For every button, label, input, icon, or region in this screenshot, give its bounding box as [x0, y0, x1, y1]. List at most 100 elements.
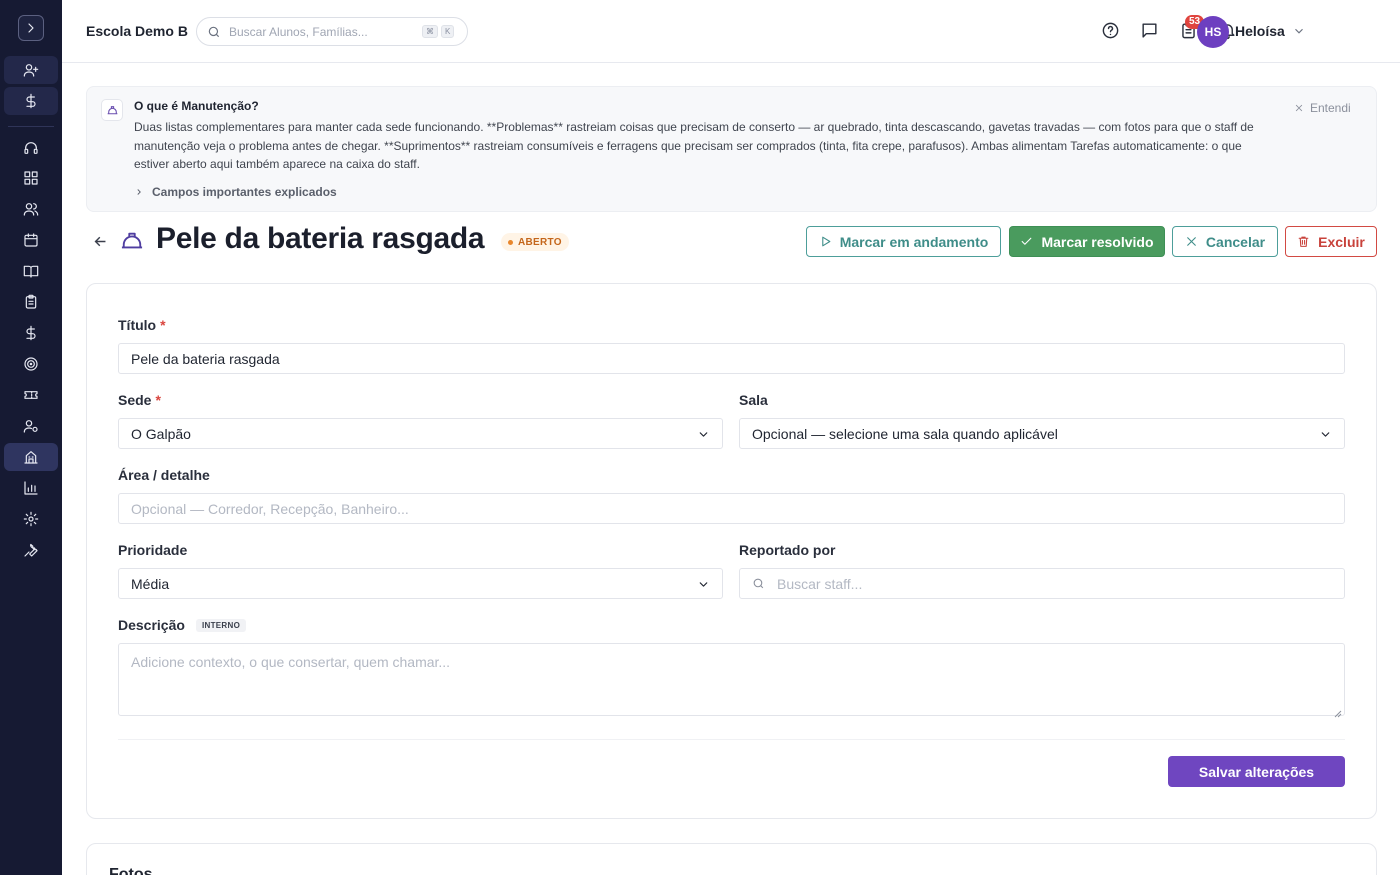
dashboard-icon: [24, 171, 38, 185]
description-placeholder: Adicione contexto, o que consertar, quem…: [131, 654, 451, 670]
search-icon: [208, 26, 220, 37]
mark-in-progress-button[interactable]: Marcar em andamento: [806, 226, 1001, 257]
photos-title: Fotos: [109, 866, 153, 875]
required-marker: *: [155, 392, 161, 408]
sidebar-item-staff[interactable]: [4, 412, 58, 440]
gear-icon: [23, 511, 39, 527]
sidebar-item-courses[interactable]: [4, 257, 58, 285]
chevron-down-icon: [1319, 428, 1332, 441]
close-icon: [1187, 237, 1196, 246]
shortcut-key-cmd: ⌘: [422, 25, 438, 38]
sidebar-item-settings[interactable]: [4, 505, 58, 533]
dollar-icon: [26, 325, 36, 341]
banner-description: Duas listas complementares para manter c…: [134, 120, 1254, 171]
form-divider: [118, 739, 1345, 740]
site-select-value: O Galpão: [131, 425, 191, 442]
chevron-right-icon: [28, 23, 34, 33]
sidebar-item-billing[interactable]: [4, 87, 58, 115]
user-gear-icon: [23, 420, 38, 433]
cancel-label: Cancelar: [1205, 233, 1266, 250]
sidebar-item-reports[interactable]: [4, 474, 58, 502]
bar-chart-icon: [24, 481, 38, 495]
title-label: Título *: [118, 317, 166, 333]
sidebar-item-tools[interactable]: [4, 536, 58, 564]
trash-icon: [1298, 236, 1309, 247]
title-label-text: Título: [118, 317, 157, 333]
description-textarea[interactable]: Adicione contexto, o que consertar, quem…: [118, 643, 1345, 718]
status-badge: ABERTO: [501, 233, 569, 251]
chevron-right-icon: [137, 189, 141, 195]
sidebar-item-add-student[interactable]: [4, 56, 58, 84]
sidebar-item-finance[interactable]: [4, 319, 58, 347]
calendar-icon: [24, 233, 38, 247]
sidebar-item-calendar[interactable]: [4, 226, 58, 254]
internal-tag: INTERNO: [196, 619, 247, 632]
headset-icon: [24, 142, 38, 154]
priority-select[interactable]: Média: [118, 568, 723, 599]
area-input[interactable]: Opcional — Corredor, Recepção, Banheiro.…: [118, 493, 1345, 524]
site-select[interactable]: O Galpão: [118, 418, 723, 449]
sidebar-item-dashboard[interactable]: [4, 164, 58, 192]
chevron-down-icon: [697, 578, 710, 591]
cancel-button[interactable]: Cancelar: [1172, 226, 1278, 257]
delete-label: Excluir: [1318, 233, 1365, 250]
room-select[interactable]: Opcional — selecione uma sala quando apl…: [739, 418, 1345, 449]
sidebar-item-tickets[interactable]: [4, 381, 58, 409]
sidebar-expand-button[interactable]: [18, 15, 44, 41]
sidebar-item-maintenance[interactable]: [4, 443, 58, 471]
hard-hat-icon: [101, 99, 123, 121]
messages-icon[interactable]: [1140, 21, 1160, 41]
area-input-placeholder: Opcional — Corredor, Recepção, Banheiro.…: [131, 500, 409, 517]
banner-dismiss-button[interactable]: Entendi: [1294, 101, 1351, 115]
sidebar-item-people[interactable]: [4, 195, 58, 223]
book-icon: [23, 265, 39, 278]
school-name[interactable]: Escola Demo B: [86, 23, 188, 39]
check-icon: [1022, 237, 1032, 245]
site-label-text: Sede: [118, 392, 152, 408]
page-title: Pele da bateria rasgada: [156, 222, 485, 255]
back-arrow-icon[interactable]: [92, 233, 110, 251]
user-name[interactable]: Heloísa: [1235, 23, 1285, 39]
sidebar: [0, 0, 62, 875]
sidebar-item-support[interactable]: [4, 134, 58, 162]
global-search[interactable]: ⌘ K: [196, 17, 468, 46]
banner-dismiss-label: Entendi: [1310, 101, 1351, 115]
dollar-icon: [26, 93, 36, 109]
info-banner: O que é Manutenção? Duas listas compleme…: [86, 86, 1377, 212]
delete-button[interactable]: Excluir: [1285, 226, 1377, 257]
play-icon: [821, 236, 831, 247]
priority-select-value: Média: [131, 575, 170, 592]
status-label: ABERTO: [518, 236, 562, 248]
banner-fields-toggle[interactable]: Campos importantes explicados: [134, 185, 337, 199]
users-icon: [23, 203, 39, 216]
user-plus-icon: [23, 64, 39, 77]
description-label: Descrição: [118, 617, 185, 633]
room-label: Sala: [739, 392, 768, 408]
status-dot: [508, 239, 513, 245]
mark-in-progress-label: Marcar em andamento: [839, 233, 989, 250]
save-button[interactable]: Salvar alterações: [1168, 756, 1345, 787]
search-input[interactable]: [229, 24, 419, 39]
title-input[interactable]: Pele da bateria rasgada: [118, 343, 1345, 374]
banner-title: O que é Manutenção?: [134, 99, 259, 113]
chevron-down-icon[interactable]: [1292, 24, 1306, 38]
reported-by-search[interactable]: Buscar staff...: [739, 568, 1345, 599]
help-icon[interactable]: [1101, 21, 1121, 41]
target-icon: [24, 357, 38, 371]
sidebar-item-tasks[interactable]: [4, 288, 58, 316]
sidebar-divider: [8, 126, 54, 127]
clipboard-icon: [25, 294, 37, 309]
resize-handle-icon[interactable]: [1334, 705, 1342, 718]
room-select-value: Opcional — selecione uma sala quando apl…: [752, 425, 1058, 442]
chevron-down-icon: [697, 428, 710, 441]
sidebar-item-goals[interactable]: [4, 350, 58, 378]
close-icon: [1295, 104, 1303, 112]
site-label: Sede *: [118, 392, 161, 408]
avatar[interactable]: HS: [1197, 16, 1229, 48]
priority-label: Prioridade: [118, 542, 188, 558]
shortcut-key-k: K: [441, 25, 455, 38]
area-label: Área / detalhe: [118, 467, 210, 483]
mark-resolved-button[interactable]: Marcar resolvido: [1009, 226, 1165, 257]
title-input-value: Pele da bateria rasgada: [131, 350, 280, 367]
photos-card: [86, 843, 1377, 875]
